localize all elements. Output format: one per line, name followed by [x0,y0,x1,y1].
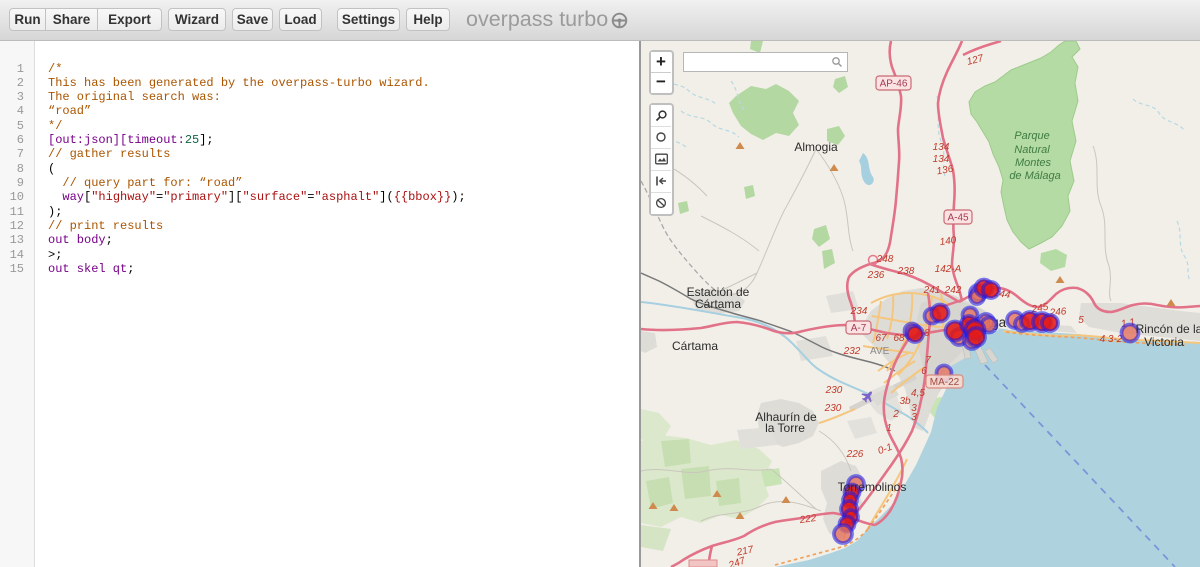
svg-text:MA-22: MA-22 [930,377,960,388]
svg-text:Torremolinos: Torremolinos [838,480,907,494]
svg-text:5: 5 [1078,315,1084,326]
svg-text:236: 236 [867,270,885,281]
svg-text:AP-46: AP-46 [880,79,908,90]
svg-text:134: 134 [933,142,950,153]
svg-text:Montes: Montes [1015,157,1052,169]
svg-text:Parque: Parque [1014,130,1049,142]
svg-text:142-A: 142-A [935,264,962,275]
svg-text:67: 67 [875,333,887,344]
svg-text:2: 2 [892,409,899,420]
svg-text:248: 248 [876,254,894,265]
svg-text:7: 7 [925,355,931,366]
svg-text:1: 1 [886,423,892,434]
svg-text:A-7: A-7 [851,323,867,334]
svg-text:Natural: Natural [1014,144,1050,156]
svg-text:226: 226 [846,449,864,460]
svg-text:242: 242 [944,285,962,296]
svg-text:230: 230 [825,385,843,396]
svg-text:Cártama: Cártama [672,339,718,353]
svg-text:230: 230 [824,403,842,414]
svg-text:8: 8 [924,328,930,339]
svg-text:3b: 3b [899,396,911,407]
svg-text:de Málaga: de Málaga [1009,170,1060,182]
svg-text:A-45: A-45 [947,213,969,224]
svg-text:la Torre: la Torre [765,421,805,435]
svg-text:238: 238 [897,266,915,277]
svg-text:3: 3 [911,412,917,423]
svg-text:4,5: 4,5 [911,388,925,399]
svg-text:Almogia: Almogia [794,140,838,154]
svg-text:Cártama: Cártama [695,297,741,311]
svg-text:Victoria: Victoria [1144,335,1184,349]
svg-text:68: 68 [893,333,905,344]
svg-text:4 3-2: 4 3-2 [1100,334,1123,345]
svg-text:Rincón de la: Rincón de la [1136,322,1200,336]
svg-text:241: 241 [923,285,941,296]
svg-text:AVE: AVE [870,346,890,357]
svg-text:232: 232 [843,346,861,357]
svg-text:134: 134 [933,154,950,165]
svg-text:234: 234 [850,306,868,317]
